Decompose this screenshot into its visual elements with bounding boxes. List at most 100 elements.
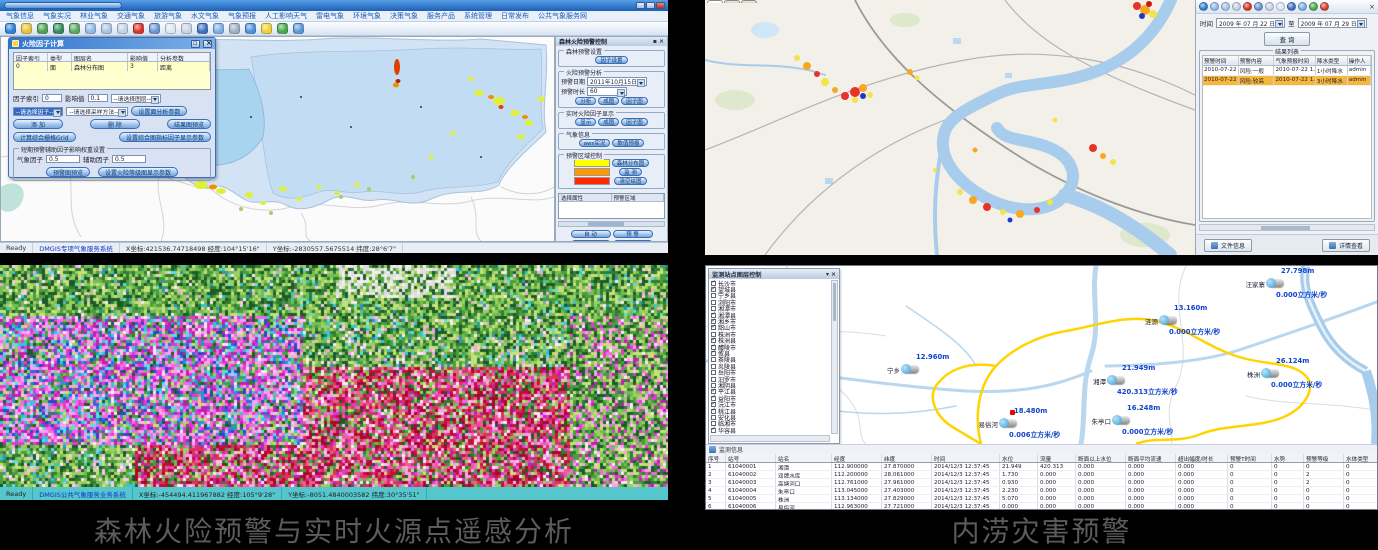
close-icon[interactable]: [203, 40, 212, 48]
add-button[interactable]: 添 加: [13, 119, 63, 129]
checkbox[interactable]: [711, 357, 716, 362]
factor-index-input[interactable]: 0: [42, 94, 62, 102]
query-button[interactable]: 查 询: [1264, 32, 1309, 46]
display-button[interactable]: 显示: [575, 118, 596, 126]
table-row[interactable]: 561040005株洲113.13400027.8290002014/12/3 …: [706, 495, 1378, 503]
table-row[interactable]: 361040003高塘河口112.76100027.9610002014/12/…: [706, 479, 1378, 487]
set-level-button[interactable]: 设置火险等级图显示参数: [98, 167, 178, 177]
weather-info-button[interactable]: aws实况: [579, 139, 611, 147]
menu-item[interactable]: 雷电气象: [316, 11, 344, 21]
gauge-icon[interactable]: [1161, 316, 1177, 324]
warn-duration-select[interactable]: 60: [587, 87, 627, 96]
result-row[interactable]: 2010-07-22 1...风险:一般2010-07-22 1...1小时降水…: [1203, 66, 1371, 76]
region-button[interactable]: 森林分布图: [612, 159, 650, 167]
image-icon[interactable]: [1298, 2, 1307, 11]
gauge-icon[interactable]: [1001, 419, 1017, 427]
menu-item[interactable]: 人工影响天气: [265, 11, 307, 21]
menu-item[interactable]: 日常发布: [501, 11, 529, 21]
window-icon[interactable]: [1254, 2, 1263, 11]
close-icon[interactable]: ×: [831, 271, 836, 278]
factor-select[interactable]: --请选择因子--: [13, 107, 63, 116]
analyze-button[interactable]: 因子图: [621, 97, 648, 105]
gauge-icon[interactable]: [1114, 416, 1130, 424]
print-icon[interactable]: [229, 23, 240, 34]
restore-icon[interactable]: [191, 40, 200, 48]
zoom-out-icon[interactable]: [101, 23, 112, 34]
checkbox[interactable]: [711, 300, 716, 305]
select-arrow-icon[interactable]: [37, 23, 48, 34]
set-display-button[interactable]: 设置综合图指标因子显示参数: [119, 132, 211, 142]
detail-view-button[interactable]: 详情查看: [1322, 239, 1370, 252]
checkbox[interactable]: [711, 377, 716, 382]
checkbox[interactable]: [711, 409, 716, 414]
dialog-titlebar[interactable]: 火险因子计算: [9, 38, 215, 49]
menu-item[interactable]: 系统管理: [464, 11, 492, 21]
system-name-link[interactable]: DMGIS专项气象服务系统: [33, 243, 120, 253]
menu-item[interactable]: 交通气象: [117, 11, 145, 21]
checkbox[interactable]: [711, 325, 716, 330]
collapse-icon[interactable]: ▾: [826, 271, 829, 278]
export-icon[interactable]: [245, 23, 256, 34]
back-arrow-icon[interactable]: [277, 23, 288, 34]
minimize-icon[interactable]: [636, 2, 645, 9]
pan-icon[interactable]: [1232, 2, 1241, 11]
weather-factor-input[interactable]: 0.5: [46, 155, 80, 163]
calc-grid-button[interactable]: 计算综合栅格Grid: [13, 132, 76, 142]
map-icon[interactable]: [293, 23, 304, 34]
table-row[interactable]: 261040002双牌水库112.20000028.0610002014/12/…: [706, 471, 1378, 479]
menu-item[interactable]: 公共气象服务网: [538, 11, 587, 21]
map-tab[interactable]: [724, 0, 740, 3]
refresh-icon[interactable]: [165, 23, 176, 34]
region-button[interactable]: 监 测: [619, 168, 642, 176]
zoom-in-icon[interactable]: [85, 23, 96, 34]
back-arrow-icon[interactable]: [1309, 2, 1318, 11]
checkbox[interactable]: [711, 287, 716, 292]
globe-icon[interactable]: [1199, 2, 1208, 11]
pin-icon[interactable]: ▪: [653, 38, 657, 45]
menu-item[interactable]: 林业气象: [80, 11, 108, 21]
delete-icon[interactable]: [1243, 2, 1252, 11]
close-icon[interactable]: [656, 2, 665, 9]
checkbox[interactable]: [711, 428, 716, 433]
factor-setup-button[interactable]: 因子设置: [595, 56, 627, 64]
layer-add-icon[interactable]: [53, 23, 64, 34]
menu-item[interactable]: 气象预报: [228, 11, 256, 21]
layer-checkbox-item[interactable]: 华容县: [711, 427, 830, 433]
image-icon[interactable]: [213, 23, 224, 34]
measure-icon[interactable]: [21, 23, 32, 34]
delete-icon[interactable]: [133, 23, 144, 34]
factor-table[interactable]: 因子索引类型图层名影响值分析参数 0面森林分布图3距离: [13, 52, 211, 90]
stop-icon[interactable]: [1320, 2, 1329, 11]
zoom-out-icon[interactable]: [1221, 2, 1230, 11]
menu-item[interactable]: 环境气象: [353, 11, 381, 21]
pin-icon[interactable]: [261, 23, 272, 34]
checkbox[interactable]: [711, 293, 716, 298]
menu-item[interactable]: 气象信息: [6, 11, 34, 21]
gauge-data-table[interactable]: 序号站号站名经度纬度时间水位流量断面以上水位断面平均流速超出幅度/时长预警T时间…: [706, 454, 1378, 510]
table-row[interactable]: 161040001湘潭112.90000027.8700002014/12/3 …: [706, 463, 1378, 471]
menu-item[interactable]: 水文气象: [191, 11, 219, 21]
warn-preview-button[interactable]: 预警图预览: [46, 167, 90, 177]
date-from-picker[interactable]: 2009 年 07 月 22 日: [1216, 18, 1285, 28]
sample-method-select[interactable]: --请选择采样方法--: [66, 107, 128, 116]
set-params-button[interactable]: 设置面分析参数: [131, 106, 187, 116]
horizontal-scrollbar[interactable]: [558, 221, 665, 227]
layer-select[interactable]: --请选择图层--: [111, 94, 161, 103]
menu-item[interactable]: 旅游气象: [154, 11, 182, 21]
warning-result-table[interactable]: 预警时间预警内容气象预报时间降水类型操作人 2010-07-22 1...风险:…: [1202, 55, 1372, 219]
close-icon[interactable]: ×: [659, 38, 664, 45]
identify-icon[interactable]: [181, 23, 192, 34]
system-name-link[interactable]: DMGIS公共气象服务业务系统: [33, 487, 133, 500]
remote-sensing-canvas[interactable]: [0, 265, 668, 487]
warn-date-select[interactable]: 2011年10月15日: [587, 77, 647, 86]
table-row[interactable]: 0面森林分布图3距离: [14, 62, 210, 71]
region-button[interactable]: 清空绘图: [614, 177, 646, 185]
checkbox[interactable]: [711, 370, 716, 375]
identify-icon[interactable]: [1265, 2, 1274, 11]
panel-action-button[interactable]: 自 动: [571, 230, 611, 238]
map-tab[interactable]: [741, 0, 757, 3]
impact-input[interactable]: 0.1: [88, 94, 108, 102]
gauge-icon[interactable]: [1268, 279, 1284, 287]
result-row[interactable]: 2010-07-22 1...风险:较高2010-07-22 1...3小时降水…: [1203, 76, 1371, 86]
date-to-picker[interactable]: 2009 年 07 月 29 日: [1298, 18, 1367, 28]
